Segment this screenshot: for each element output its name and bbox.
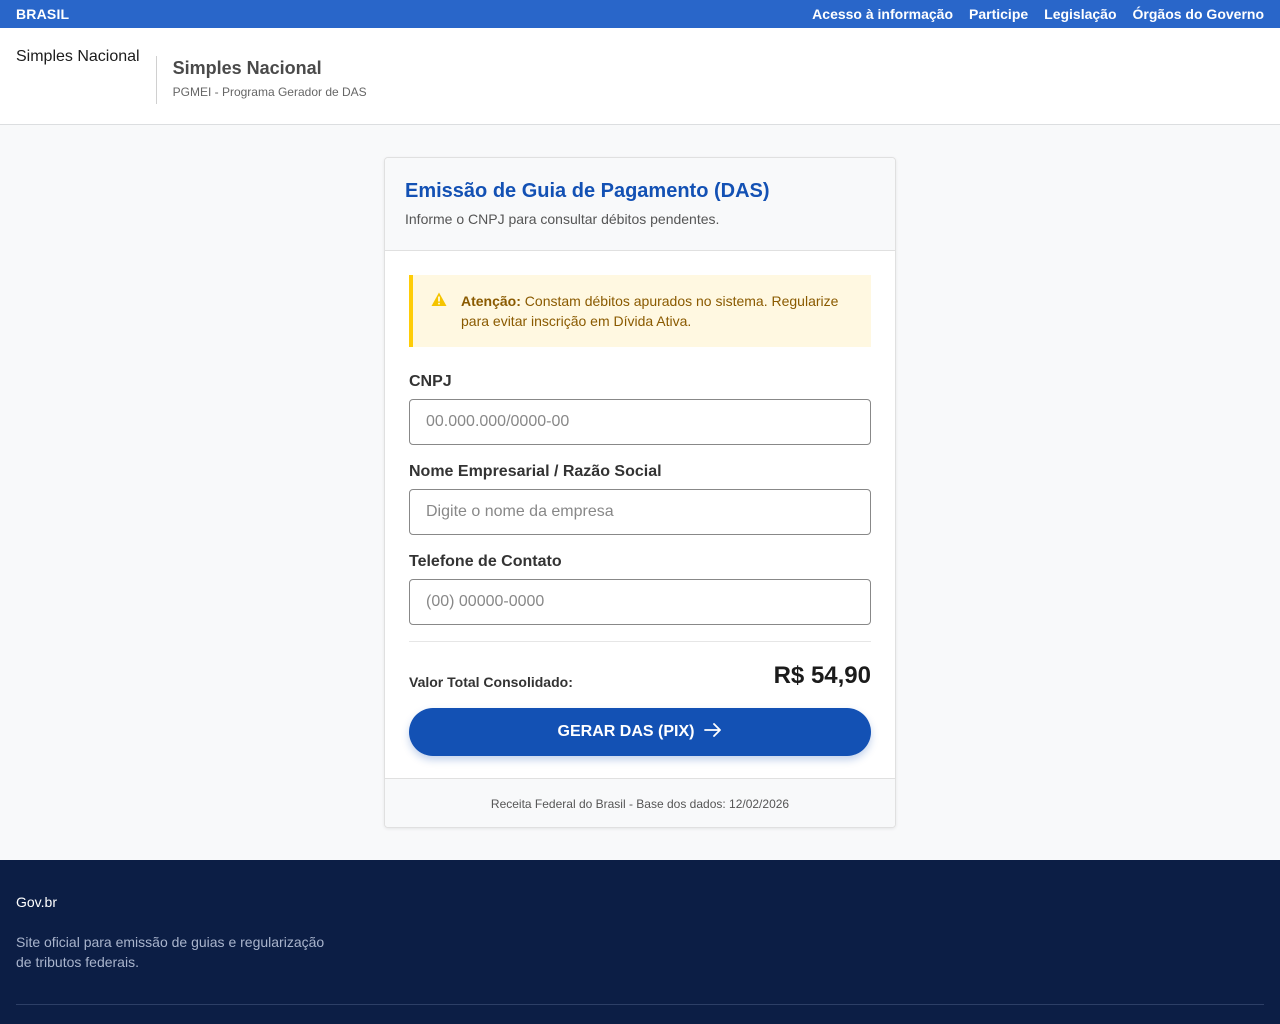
card-header: Emissão de Guia de Pagamento (DAS) Infor… [385, 158, 895, 251]
site-header: Simples Nacional Simples Nacional PGMEI … [0, 28, 1280, 125]
nome-group: Nome Empresarial / Razão Social [409, 463, 871, 535]
telefone-label: Telefone de Contato [409, 553, 562, 570]
page-title: Emissão de Guia de Pagamento (DAS) [405, 180, 770, 202]
link-orgaos-governo[interactable]: Órgãos do Governo [1133, 6, 1264, 22]
cnpj-input[interactable] [409, 399, 871, 445]
footer-brand: Gov.br [16, 894, 57, 910]
total-row: Valor Total Consolidado: R$ 54,90 [409, 662, 871, 690]
top-bar: BRASIL Acesso à informação Participe Leg… [0, 0, 1280, 28]
link-participe[interactable]: Participe [969, 6, 1028, 22]
brasil-brand[interactable]: BRASIL [16, 6, 69, 22]
footer-divider [16, 1004, 1264, 1005]
nome-label: Nome Empresarial / Razão Social [409, 463, 662, 480]
alert-text: Atenção: Constam débitos apurados no sis… [461, 291, 853, 347]
warning-alert: Atenção: Constam débitos apurados no sis… [409, 275, 871, 347]
generate-das-button[interactable]: GERAR DAS (PIX) [409, 708, 871, 756]
header-titles: Simples Nacional PGMEI - Programa Gerado… [157, 48, 367, 99]
card-footer: Receita Federal do Brasil - Base dos dad… [385, 778, 895, 827]
system-subtitle: PGMEI - Programa Gerador de DAS [172, 85, 367, 99]
cnpj-group: CNPJ [409, 373, 871, 445]
divider [409, 641, 871, 642]
link-legislacao[interactable]: Legislação [1044, 6, 1116, 22]
card-body: Atenção: Constam débitos apurados no sis… [385, 251, 895, 778]
warning-triangle-icon [431, 291, 447, 347]
telefone-input[interactable] [409, 579, 871, 625]
das-form-card: Emissão de Guia de Pagamento (DAS) Infor… [384, 157, 896, 828]
logo-text: Simples Nacional [16, 48, 140, 65]
footer-description: Site oficial para emissão de guias e reg… [16, 934, 325, 970]
alert-strong: Atenção: [461, 293, 521, 309]
cnpj-label: CNPJ [409, 373, 452, 390]
site-footer: Gov.br Site oficial para emissão de guia… [0, 860, 1280, 1024]
link-acesso-informacao[interactable]: Acesso à informação [812, 6, 953, 22]
page-subtitle: Informe o CNPJ para consultar débitos pe… [405, 211, 720, 227]
system-title: Simples Nacional [172, 58, 322, 78]
main-content: Emissão de Guia de Pagamento (DAS) Infor… [0, 125, 1280, 860]
generate-das-label: GERAR DAS (PIX) [557, 723, 695, 740]
arrow-right-icon [704, 722, 722, 742]
top-nav: Acesso à informação Participe Legislação… [812, 6, 1264, 22]
total-value: R$ 54,90 [773, 662, 871, 689]
total-label: Valor Total Consolidado: [409, 674, 573, 690]
logo[interactable]: Simples Nacional [16, 48, 157, 104]
nome-input[interactable] [409, 489, 871, 535]
telefone-group: Telefone de Contato [409, 553, 871, 625]
